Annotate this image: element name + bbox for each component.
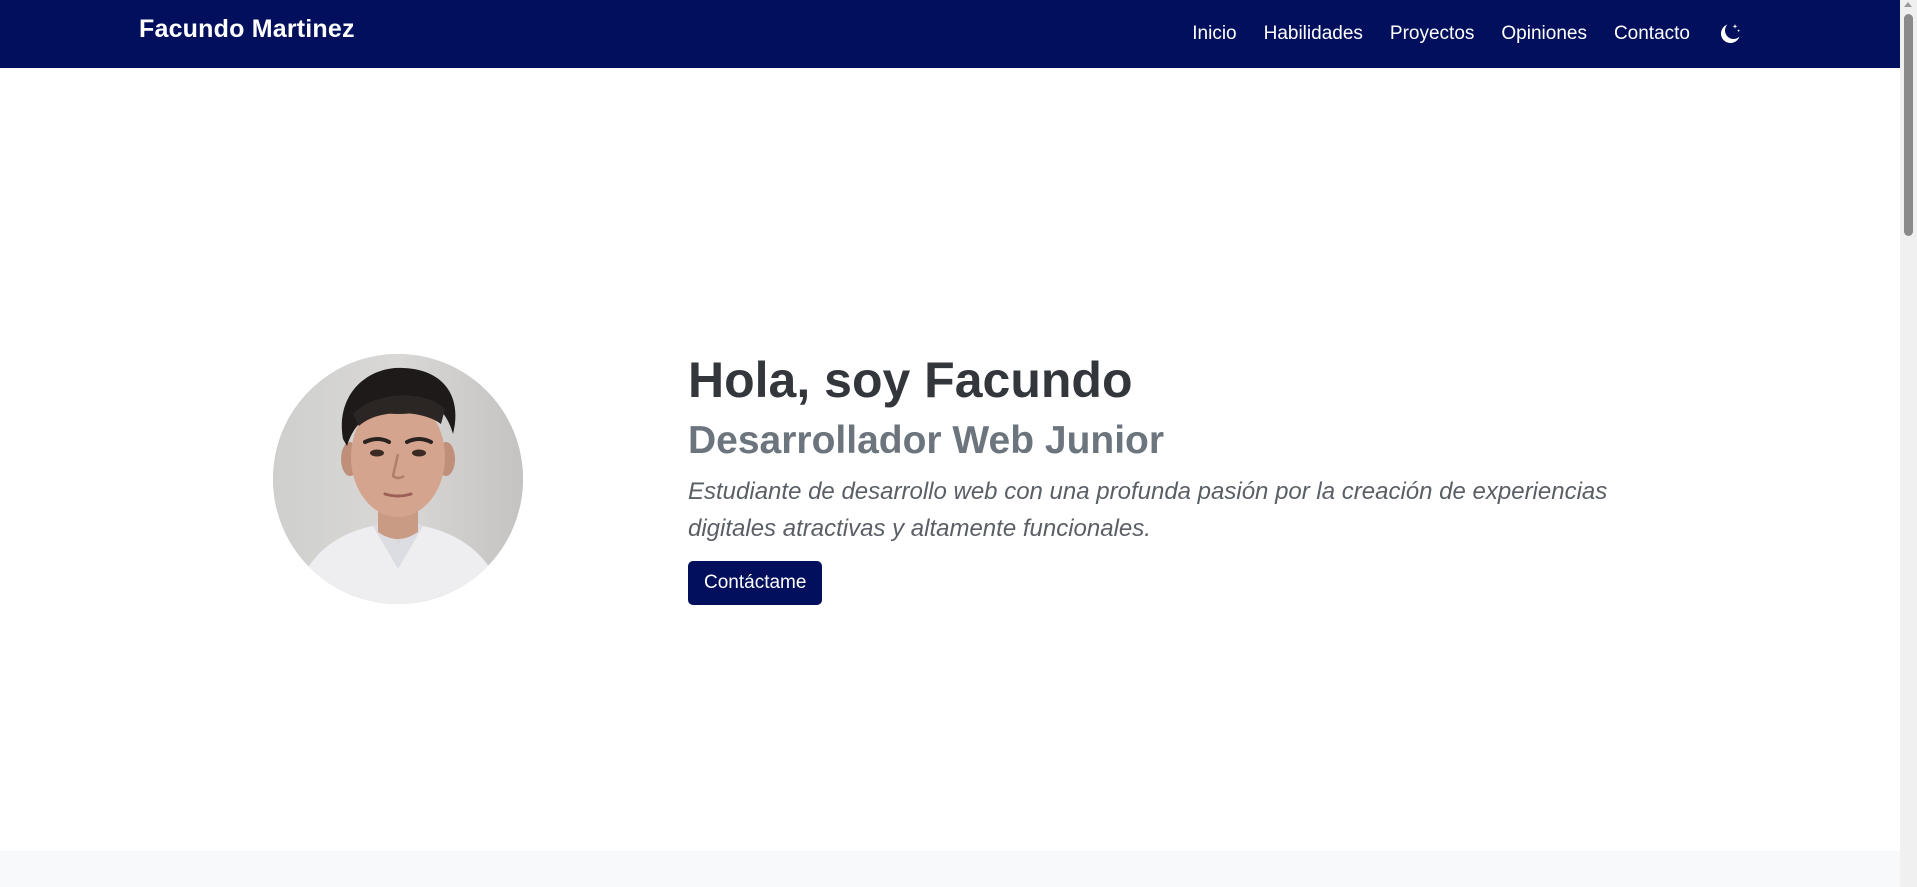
nav-links: Inicio Habilidades Proyectos Opiniones C… <box>1165 0 1743 68</box>
moon-stars-icon[interactable] <box>1717 21 1743 47</box>
hero-description: Estudiante de desarrollo web con una pro… <box>688 478 1608 542</box>
nav-link-proyectos[interactable]: Proyectos <box>1390 23 1474 45</box>
hero-title: Hola, soy Facundo <box>688 352 1133 408</box>
nav-link-habilidades[interactable]: Habilidades <box>1264 23 1363 45</box>
nav-link-inicio[interactable]: Inicio <box>1192 23 1236 45</box>
profile-photo <box>273 354 523 604</box>
brand-link[interactable]: Facundo Martinez <box>139 15 355 44</box>
nav-link-opiniones[interactable]: Opiniones <box>1501 23 1587 45</box>
scroll-up-arrow-icon[interactable] <box>1904 2 1912 7</box>
profile-photo-illustration <box>273 354 523 604</box>
scrollbar[interactable] <box>1900 0 1917 887</box>
portfolio-page: Facundo Martinez Inicio Habilidades Proy… <box>0 0 1917 887</box>
hero-text: Hola, soy Facundo Desarrollador Web Juni… <box>688 347 1688 605</box>
navbar: Facundo Martinez Inicio Habilidades Proy… <box>0 0 1900 68</box>
contact-button[interactable]: Contáctame <box>688 561 823 605</box>
hero-subtitle: Desarrollador Web Junior <box>688 419 1165 462</box>
next-section <box>0 851 1900 887</box>
nav-link-contacto[interactable]: Contacto <box>1614 23 1690 45</box>
scrollbar-thumb[interactable] <box>1904 14 1913 236</box>
